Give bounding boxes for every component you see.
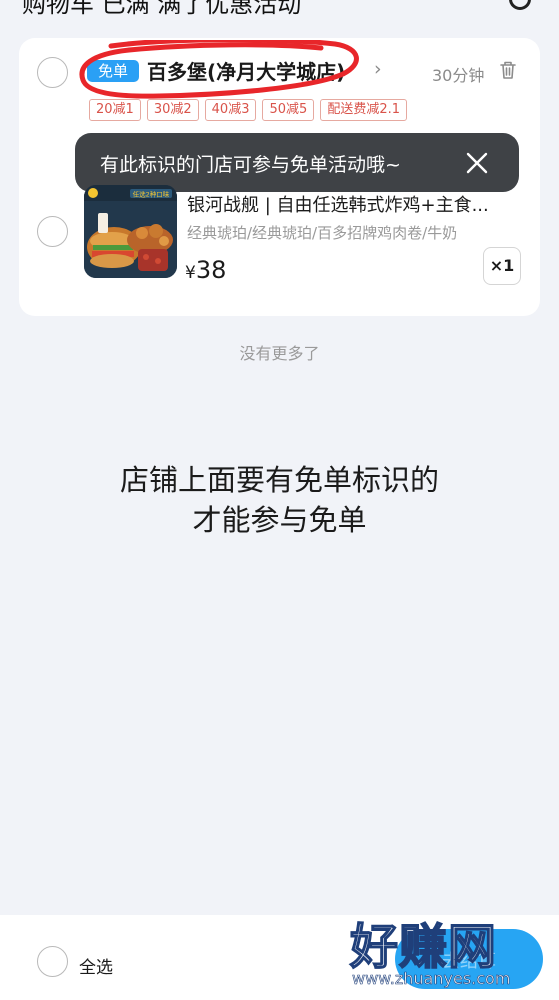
header-title: 购物车 已满 满了优惠活动 xyxy=(22,0,302,18)
promo-tag: 50减5 xyxy=(262,99,315,121)
list-end-text: 没有更多了 xyxy=(239,344,320,363)
page-header: 购物车 已满 满了优惠活动 xyxy=(0,0,559,22)
promo-tags: 20减1 30减2 40减3 50减5 配送费减2.1 xyxy=(89,99,407,121)
watermark-url: www.zhuanyes.com xyxy=(352,969,511,989)
promo-tag: 40减3 xyxy=(204,99,257,121)
select-all-label[interactable]: 全选 xyxy=(79,953,113,978)
caption-line-2: 才能参与免单 xyxy=(192,503,367,537)
delivery-time: 30分钟 xyxy=(432,66,485,85)
annotation-caption: 店铺上面要有免单标识的 才能参与免单 xyxy=(0,460,559,540)
store-name[interactable]: 百多堡(净月大学城店) xyxy=(147,56,345,85)
select-all-radio[interactable] xyxy=(37,946,68,977)
price-amount: 38 xyxy=(195,256,227,284)
product-spec: 经典琥珀/经典琥珀/百多招牌鸡肉卷/牛奶 xyxy=(187,224,458,242)
product-price: ¥38 xyxy=(185,256,226,284)
tooltip-text: 有此标识的门店可参与免单活动哦~ xyxy=(100,154,401,176)
quantity-button[interactable]: ×1 xyxy=(483,247,521,285)
free-order-tooltip: 有此标识的门店可参与免单活动哦~ xyxy=(75,133,519,192)
free-order-badge: 免单 xyxy=(87,60,139,82)
header-icon[interactable] xyxy=(509,0,531,10)
watermark-logo: 好赚网 xyxy=(349,918,498,976)
cart-store-card: 免单 百多堡(净月大学城店) › 30分钟 20减1 30减2 40减3 50减… xyxy=(19,38,540,316)
promo-tag: 30减2 xyxy=(146,99,199,121)
chevron-right-icon[interactable]: › xyxy=(374,58,382,80)
store-select-radio[interactable] xyxy=(37,57,68,88)
price-currency: ¥ xyxy=(185,263,196,283)
close-icon[interactable] xyxy=(463,149,491,177)
caption-line-1: 店铺上面要有免单标识的 xyxy=(119,463,439,497)
thumb-label: 任选2种口味 xyxy=(133,190,170,199)
product-thumbnail[interactable]: 任选2种口味 xyxy=(84,185,177,278)
promo-tag: 20减1 xyxy=(89,99,141,121)
item-select-radio[interactable] xyxy=(37,216,68,247)
trash-icon[interactable] xyxy=(499,60,517,80)
promo-tag: 配送费减2.1 xyxy=(320,99,407,121)
product-title[interactable]: 银河战舰 | 自由任选韩式炸鸡+主食... xyxy=(187,191,525,217)
